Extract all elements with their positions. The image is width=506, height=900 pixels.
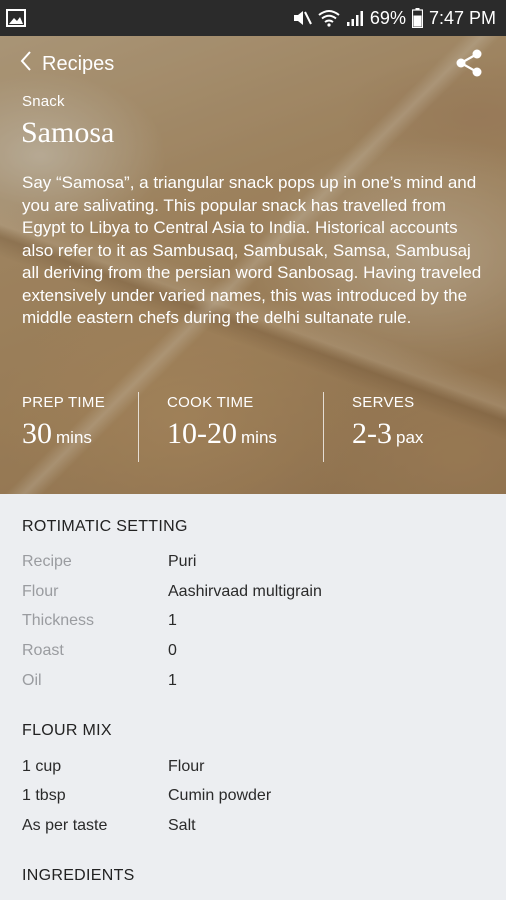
stat-unit: mins	[241, 428, 277, 447]
flour-mix-item: Flour	[168, 758, 205, 775]
share-button[interactable]	[454, 48, 484, 78]
stat-value: 2-3	[352, 417, 392, 450]
setting-value: 1	[168, 672, 177, 689]
stat-label: PREP TIME	[22, 394, 106, 411]
flour-mix-qty: As per taste	[22, 817, 108, 834]
back-button[interactable]: Recipes	[20, 50, 114, 78]
setting-row: Oil 1	[22, 672, 177, 690]
battery-icon	[411, 8, 423, 28]
stat-unit: pax	[396, 428, 424, 447]
setting-value: 1	[168, 612, 177, 629]
flour-mix-row: 1 cup Flour	[22, 758, 204, 776]
clock: 7:47 PM	[428, 7, 496, 28]
setting-row: Roast 0	[22, 642, 177, 660]
flour-mix-qty: 1 cup	[22, 758, 62, 775]
flour-mix-row: 1 tbsp Cumin powder	[22, 787, 271, 805]
recipe-details: ROTIMATIC SETTING Recipe Puri Flour Aash…	[0, 494, 506, 900]
stat-unit: mins	[56, 428, 92, 447]
flour-mix-row: As per taste Salt	[22, 817, 196, 835]
battery-percent: 69%	[369, 7, 406, 28]
stat-serves: SERVES 2-3 pax	[323, 392, 506, 462]
setting-key: Recipe	[22, 553, 72, 570]
setting-key: Oil	[22, 672, 42, 689]
setting-value: Puri	[168, 553, 197, 570]
gallery-notification-icon	[6, 9, 26, 27]
back-label: Recipes	[42, 52, 115, 75]
setting-key: Thickness	[22, 612, 95, 629]
stat-cook-time: COOK TIME 10-20 mins	[138, 392, 323, 462]
setting-key: Roast	[22, 642, 64, 659]
flour-mix-item: Cumin powder	[168, 787, 272, 804]
setting-value: 0	[168, 642, 177, 659]
flour-mix-qty: 1 tbsp	[22, 787, 66, 804]
ingredients-title: INGREDIENTS	[22, 867, 135, 884]
signal-icon	[346, 9, 364, 27]
status-bar: 69% 7:47 PM	[0, 0, 506, 36]
wifi-icon	[318, 9, 340, 27]
stat-prep-time: PREP TIME 30 mins	[0, 392, 138, 462]
recipe-category: Snack	[22, 93, 65, 110]
stat-value: 10-20	[167, 417, 237, 450]
setting-value: Aashirvaad multigrain	[168, 583, 322, 600]
rotimatic-setting-title: ROTIMATIC SETTING	[22, 518, 188, 535]
flour-mix-title: FLOUR MIX	[22, 722, 112, 739]
recipe-hero: Recipes Snack Samosa Say “Samosa”, a tri…	[0, 36, 506, 494]
stat-label: COOK TIME	[167, 394, 254, 411]
setting-key: Flour	[22, 583, 59, 600]
recipe-stats: PREP TIME 30 mins COOK TIME 10-20 mins SER…	[0, 392, 506, 462]
mute-icon	[292, 9, 312, 27]
stat-label: SERVES	[352, 394, 415, 411]
setting-row: Flour Aashirvaad multigrain	[22, 583, 322, 601]
chevron-left-icon	[20, 50, 32, 78]
setting-row: Recipe Puri	[22, 553, 196, 571]
recipe-title: Samosa	[21, 116, 115, 149]
share-icon	[456, 49, 482, 77]
stat-value: 30	[22, 417, 52, 450]
recipe-description: Say “Samosa”, a triangular snack pops up…	[22, 173, 482, 327]
flour-mix-item: Salt	[168, 817, 196, 834]
setting-row: Thickness 1	[22, 612, 177, 630]
